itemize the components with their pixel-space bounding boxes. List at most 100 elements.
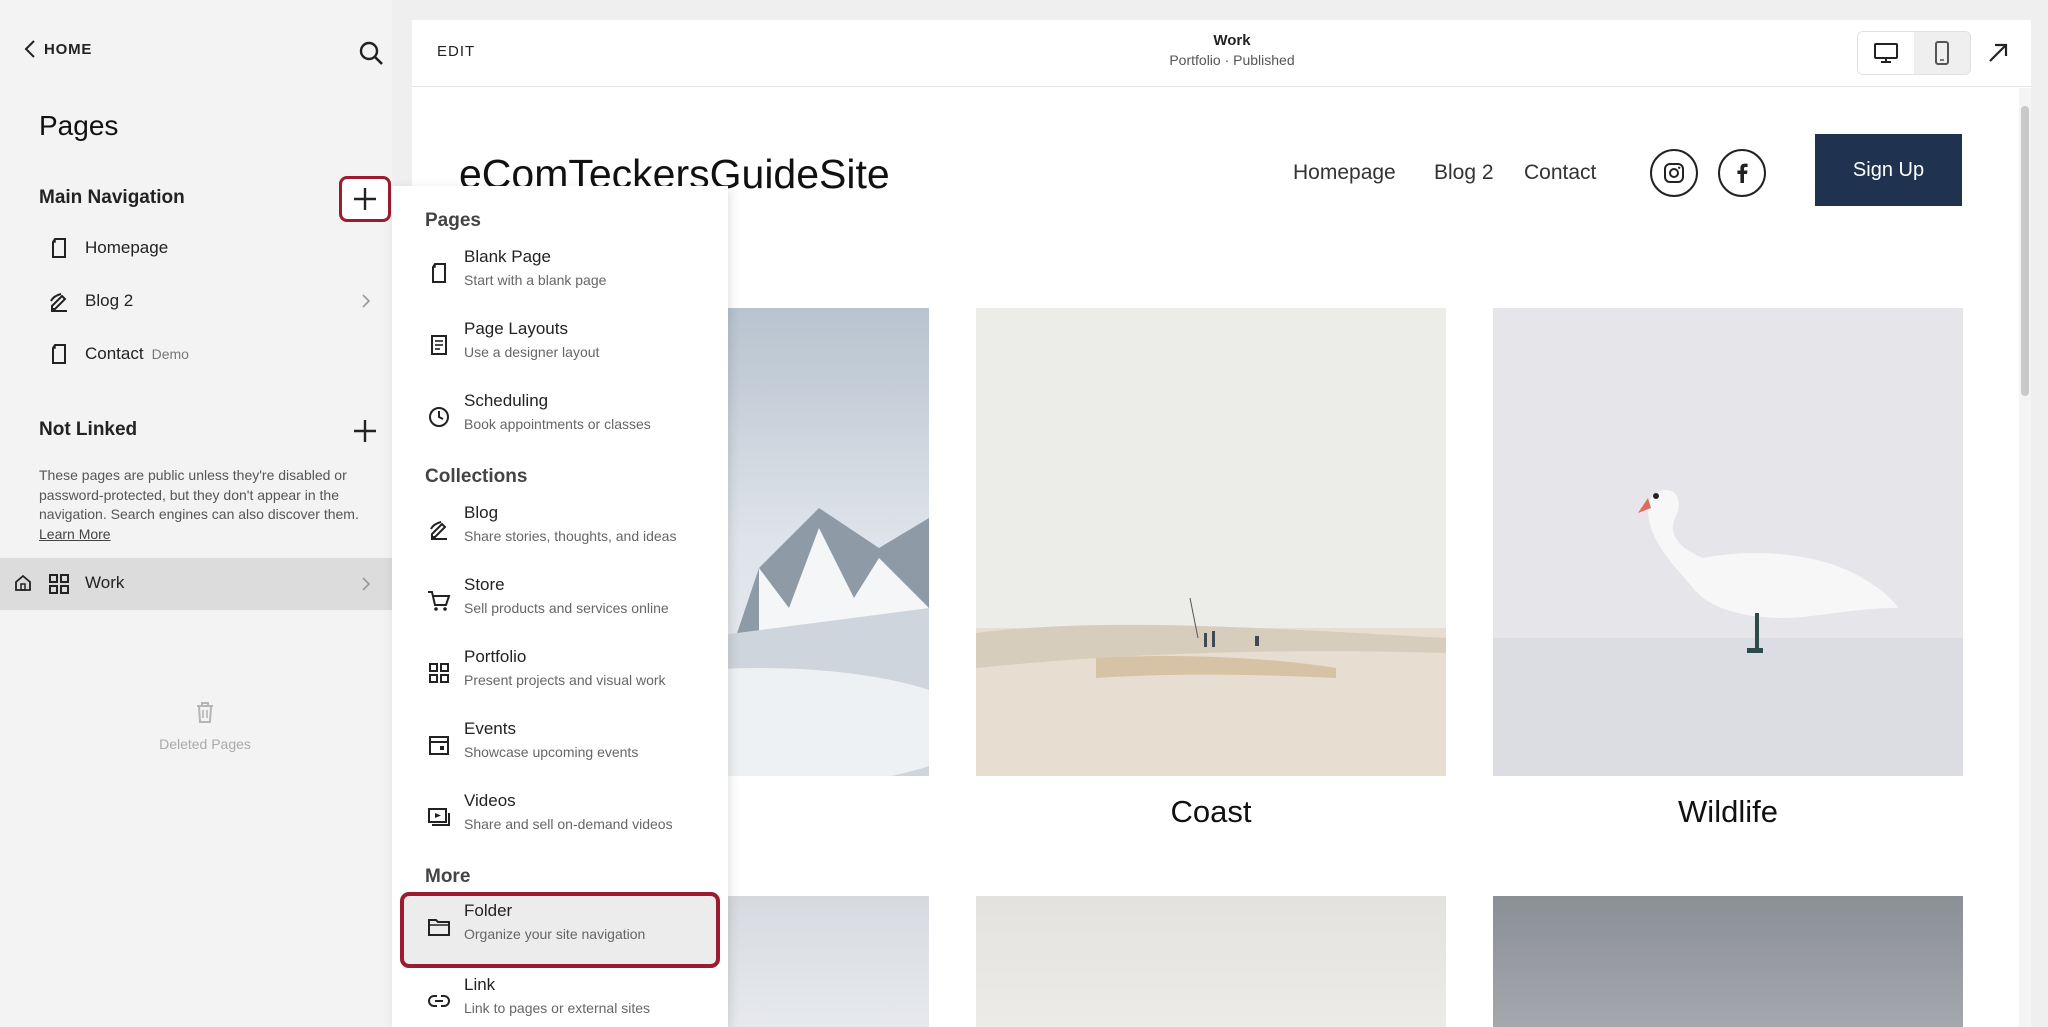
- home-icon: [15, 574, 31, 591]
- menu-item-title: Scheduling: [464, 391, 549, 410]
- menu-item-title: Page Layouts: [464, 319, 568, 338]
- trash-icon: [197, 702, 213, 723]
- page-title: Pages: [39, 110, 119, 141]
- edit-button[interactable]: EDIT: [437, 43, 475, 60]
- menu-item-events[interactable]: Events Showcase upcoming events: [400, 710, 720, 782]
- cart-icon: [428, 591, 451, 611]
- site-nav-contact[interactable]: Contact: [1524, 161, 1596, 185]
- facebook-button[interactable]: [1718, 149, 1766, 197]
- blog-icon: [430, 521, 447, 540]
- sidebar-item-label: Blog 2: [85, 291, 134, 310]
- expand-icon[interactable]: [1985, 40, 2011, 66]
- sign-up-button[interactable]: Sign Up: [1815, 134, 1962, 206]
- instagram-icon: [1664, 163, 1684, 183]
- sidebar-item-contact[interactable]: Contact Demo: [0, 328, 392, 380]
- menu-item-title: Videos: [464, 791, 516, 810]
- portfolio-caption-3: Wildlife: [1678, 794, 1778, 829]
- menu-item-subtitle: Showcase upcoming events: [464, 744, 639, 760]
- search-icon[interactable]: [358, 40, 384, 66]
- portfolio-tile-6[interactable]: [1493, 896, 1963, 1027]
- portfolio-caption-2: Coast: [1170, 794, 1252, 829]
- page-info-status: Portfolio · Published: [1169, 52, 1295, 68]
- chevron-left-icon: [24, 40, 35, 58]
- menu-item-portfolio[interactable]: Portfolio Present projects and visual wo…: [400, 638, 720, 710]
- sidebar-item-label: Contact Demo: [85, 344, 189, 363]
- site-nav-blog-2[interactable]: Blog 2: [1434, 161, 1494, 185]
- desktop-icon: [1874, 43, 1898, 63]
- menu-item-subtitle: Link to pages or external sites: [464, 1000, 650, 1016]
- page-info: Work Portfolio · Published: [1032, 32, 1432, 68]
- coast-photo: [976, 308, 1446, 776]
- menu-item-subtitle: Organize your site navigation: [464, 926, 646, 942]
- folder-icon: [428, 919, 450, 936]
- menu-item-folder[interactable]: Folder Organize your site navigation: [400, 892, 720, 968]
- menu-item-title: Events: [464, 719, 516, 738]
- main-navigation-heading: Main Navigation: [39, 187, 185, 208]
- mobile-view-button[interactable]: [1914, 32, 1970, 74]
- not-linked-heading: Not Linked: [39, 419, 138, 440]
- portfolio-tile-5[interactable]: [976, 896, 1446, 1027]
- menu-item-subtitle: Share stories, thoughts, and ideas: [464, 528, 677, 544]
- menu-item-blog[interactable]: Blog Share stories, thoughts, and ideas: [400, 494, 720, 566]
- menu-item-title: Link: [464, 975, 496, 994]
- scrollbar[interactable]: [2019, 88, 2031, 1027]
- menu-item-scheduling[interactable]: Scheduling Book appointments or classes: [400, 382, 720, 454]
- wildlife-photo: [1493, 308, 1963, 776]
- menu-item-subtitle: Start with a blank page: [464, 272, 607, 288]
- sidebar-item-homepage[interactable]: Homepage: [0, 222, 392, 274]
- menu-item-title: Blog: [464, 503, 499, 522]
- menu-item-link[interactable]: Link Link to pages or external sites: [400, 966, 720, 1027]
- blog-icon: [50, 293, 67, 312]
- add-page-button[interactable]: [339, 176, 391, 222]
- menu-item-subtitle: Use a designer layout: [464, 344, 600, 360]
- plus-icon: [354, 420, 376, 442]
- deleted-pages-label: Deleted Pages: [159, 736, 251, 752]
- layout-icon: [431, 335, 447, 355]
- chevron-right-icon[interactable]: [358, 576, 374, 592]
- home-link[interactable]: HOME: [24, 40, 92, 58]
- plus-icon: [354, 188, 376, 210]
- menu-item-subtitle: Sell products and services online: [464, 600, 669, 616]
- add-unlinked-page-button[interactable]: [339, 408, 391, 454]
- mobile-icon: [1935, 41, 1949, 65]
- menu-item-subtitle: Share and sell on-demand videos: [464, 816, 673, 832]
- page-info-title: Work: [1213, 32, 1251, 49]
- page-icon: [432, 263, 446, 283]
- portfolio-tile-3[interactable]: [1493, 308, 1963, 776]
- site-nav-homepage[interactable]: Homepage: [1293, 161, 1396, 185]
- menu-item-blank-page[interactable]: Blank Page Start with a blank page: [400, 238, 720, 310]
- menu-item-title: Portfolio: [464, 647, 527, 666]
- device-toggle: [1857, 31, 1971, 75]
- calendar-icon: [429, 736, 449, 755]
- grid-icon: [49, 574, 69, 594]
- menu-item-store[interactable]: Store Sell products and services online: [400, 566, 720, 638]
- facebook-icon: [1737, 163, 1748, 183]
- sidebar-item-label: Homepage: [85, 238, 169, 257]
- sidebar-item-blog-2[interactable]: Blog 2: [0, 275, 392, 327]
- instagram-button[interactable]: [1650, 149, 1698, 197]
- editor-toolbar: EDIT Work Portfolio · Published: [412, 20, 2031, 87]
- menu-item-videos[interactable]: Videos Share and sell on-demand videos: [400, 782, 720, 854]
- menu-item-title: Folder: [464, 901, 513, 920]
- chevron-right-icon[interactable]: [358, 293, 374, 309]
- page-icon: [52, 238, 66, 258]
- add-page-menu: Pages Blank Page Start with a blank page…: [392, 186, 728, 1027]
- menu-section-collections: Collections: [425, 466, 528, 487]
- learn-more-link[interactable]: Learn More: [39, 526, 111, 542]
- link-icon: [428, 995, 450, 1007]
- desktop-view-button[interactable]: [1858, 32, 1914, 74]
- demo-tag: Demo: [151, 346, 189, 362]
- deleted-pages-button[interactable]: Deleted Pages: [140, 700, 270, 752]
- video-icon: [428, 808, 450, 826]
- page-icon: [52, 344, 66, 364]
- sidebar-item-work[interactable]: Work: [0, 558, 392, 610]
- scrollbar-thumb[interactable]: [2021, 106, 2029, 396]
- portfolio-tile-2[interactable]: [976, 308, 1446, 776]
- menu-item-subtitle: Book appointments or classes: [464, 416, 651, 432]
- menu-item-title: Blank Page: [464, 247, 551, 266]
- menu-item-title: Store: [464, 575, 505, 594]
- menu-item-page-layouts[interactable]: Page Layouts Use a designer layout: [400, 310, 720, 382]
- menu-section-pages: Pages: [425, 210, 481, 231]
- grid-icon: [429, 663, 449, 683]
- home-label: HOME: [44, 40, 93, 58]
